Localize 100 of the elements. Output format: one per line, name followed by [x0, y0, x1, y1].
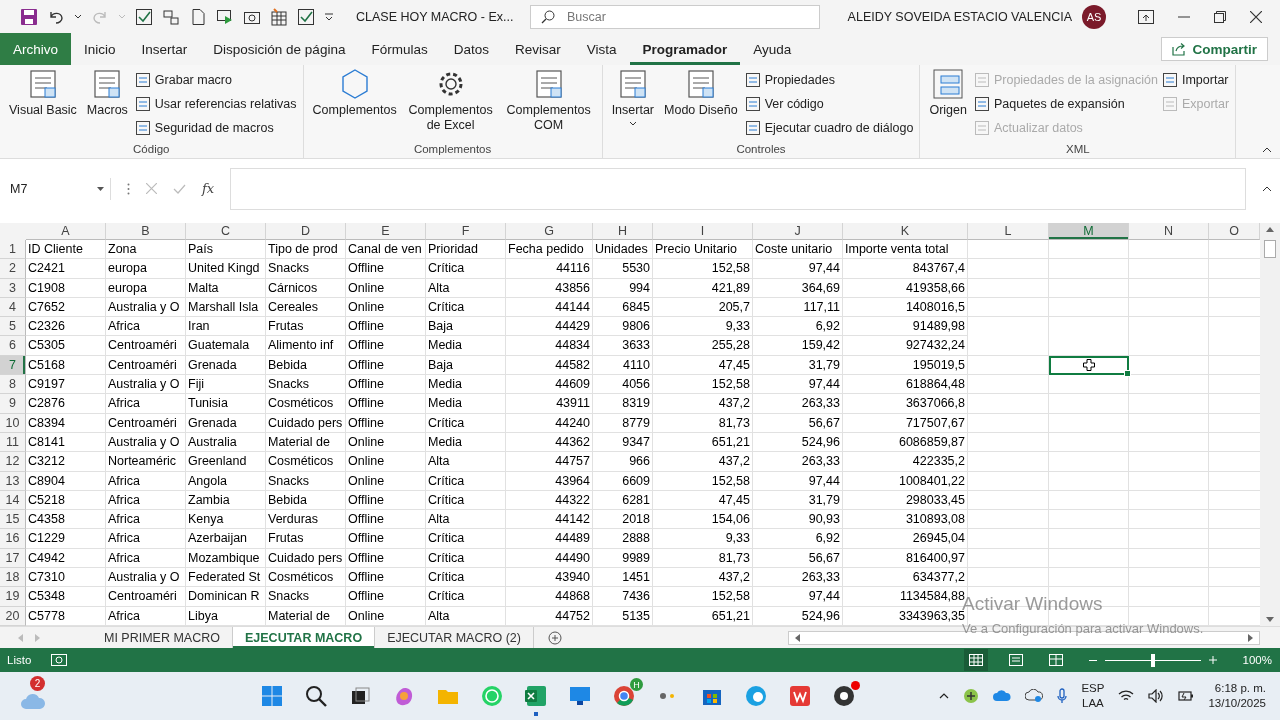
row-header[interactable]: 13 [0, 471, 26, 491]
row-header[interactable]: 17 [0, 548, 26, 569]
column-header[interactable]: O [1209, 223, 1260, 240]
play-icon[interactable] [216, 7, 234, 26]
column-header[interactable]: D [266, 223, 346, 240]
row-header[interactable]: 1 [0, 240, 26, 260]
file-tab[interactable]: Archivo [0, 33, 71, 65]
share-button[interactable]: Compartir [1161, 37, 1268, 61]
cloud-icon[interactable] [1025, 689, 1044, 703]
save-icon[interactable] [20, 7, 38, 26]
ribbon-button[interactable]: Seguridad de macros [134, 117, 297, 139]
ribbon-button[interactable]: Origen [926, 68, 970, 138]
document-icon[interactable] [189, 7, 207, 26]
office-app-icon[interactable] [788, 684, 812, 708]
cloud-icon[interactable] [993, 690, 1012, 702]
ribbon-display-icon[interactable] [1138, 9, 1154, 24]
row-header[interactable]: 3 [0, 278, 26, 298]
insert-function-button[interactable]: fx [202, 181, 215, 196]
wifi-icon[interactable] [1118, 690, 1135, 702]
column-header[interactable]: K [843, 223, 968, 240]
page-layout-icon[interactable] [1008, 654, 1023, 666]
accessibility-icon[interactable] [51, 654, 68, 666]
form-icon[interactable] [162, 7, 180, 26]
column-header[interactable]: M [1049, 223, 1129, 240]
ribbon-button[interactable]: Importar [1161, 69, 1230, 91]
row-header[interactable]: 5 [0, 317, 26, 337]
clock[interactable]: 6:18 p. m. 13/10/2025 [1208, 681, 1266, 711]
browser-icon[interactable] [612, 684, 636, 708]
zoom-level[interactable]: 100% [1242, 654, 1272, 666]
ribbon-button[interactable]: Complementos [309, 68, 400, 138]
column-header[interactable]: A [26, 223, 106, 240]
ribbon-button[interactable]: Complementos COM [501, 68, 596, 138]
row-header[interactable]: 15 [0, 510, 26, 530]
search-field[interactable]: Buscar [530, 4, 820, 29]
row-header[interactable]: 7 [0, 355, 26, 376]
expand-icon[interactable] [1262, 185, 1272, 192]
ribbon-button[interactable]: Visual Basic [6, 68, 80, 138]
ribbon-button[interactable]: Usar referencias relativas [134, 93, 297, 115]
battery-icon[interactable] [1178, 689, 1195, 703]
column-header[interactable]: N [1129, 223, 1209, 240]
ribbon-button[interactable]: Macros [83, 68, 131, 138]
formula-input[interactable] [230, 167, 1246, 210]
name-box[interactable]: M7 [4, 177, 111, 200]
row-header[interactable]: 12 [0, 452, 26, 472]
ribbon-button[interactable]: Complementos de Excel [403, 68, 498, 138]
monitor-app-icon[interactable] [568, 684, 592, 708]
page-break-icon[interactable] [1048, 654, 1063, 666]
user-avatar[interactable]: AS [1082, 4, 1106, 29]
checkbox-icon[interactable] [297, 7, 315, 26]
vertical-scrollbar[interactable] [1260, 223, 1280, 626]
ribbon-tab[interactable]: Revisar [501, 33, 574, 65]
column-header[interactable]: E [346, 223, 426, 240]
ribbon-button[interactable]: Insertar [608, 68, 658, 138]
ribbon-tab[interactable]: Inicio [71, 33, 129, 65]
ribbon-button[interactable]: Paquetes de expansión [973, 93, 1158, 115]
scroll-left-icon[interactable] [795, 633, 800, 642]
row-header[interactable]: 20 [0, 606, 26, 626]
column-header[interactable]: G [506, 223, 593, 240]
volume-icon[interactable] [1148, 689, 1165, 703]
row-header[interactable]: 16 [0, 529, 26, 549]
language-indicator[interactable]: ESP LAA [1081, 681, 1105, 711]
microphone-icon[interactable] [1057, 688, 1068, 704]
ribbon-tab[interactable]: Ayuda [740, 33, 805, 65]
search-icon[interactable] [304, 684, 328, 708]
scroll-thumb[interactable] [1264, 240, 1276, 258]
ribbon-button[interactable]: Ejecutar cuadro de diálogo [744, 117, 914, 139]
zoom-in-icon[interactable] [1208, 656, 1217, 664]
row-header[interactable]: 10 [0, 413, 26, 433]
row-header[interactable]: 6 [0, 336, 26, 356]
column-header[interactable]: L [968, 223, 1049, 240]
ribbon-button[interactable]: Ver código [744, 93, 914, 115]
ribbon-button[interactable]: Grabar macro [134, 69, 297, 91]
ribbon-tab[interactable]: Fórmulas [358, 33, 441, 65]
column-header[interactable]: J [753, 223, 843, 240]
close-icon[interactable] [1250, 10, 1262, 23]
minimize-icon[interactable] [1178, 15, 1190, 18]
column-header[interactable]: C [186, 223, 266, 240]
scroll-up-icon[interactable] [1266, 227, 1274, 232]
plus-circle-icon[interactable] [963, 688, 980, 704]
restore-icon[interactable] [1214, 10, 1226, 23]
collapse-ribbon-icon[interactable] [1262, 147, 1272, 153]
column-header[interactable]: B [106, 223, 186, 240]
ribbon-tab[interactable]: Vista [573, 33, 630, 65]
row-header[interactable]: 14 [0, 490, 26, 511]
checkbox-icon[interactable] [135, 7, 153, 26]
active-cell[interactable] [1049, 355, 1129, 376]
ribbon-tab[interactable]: Insertar [128, 33, 201, 65]
ribbon-button[interactable]: Modo Diseño [661, 68, 741, 138]
column-header[interactable]: F [426, 223, 506, 240]
ribbon-tab[interactable]: Programador [629, 33, 741, 65]
ribbon-tab[interactable]: Datos [440, 33, 502, 65]
row-header[interactable]: 2 [0, 259, 26, 279]
chevron-up-icon[interactable] [939, 693, 950, 699]
row-header[interactable]: 9 [0, 394, 26, 414]
windows-start-icon[interactable] [260, 684, 284, 708]
scroll-down-icon[interactable] [1266, 617, 1274, 622]
row-header[interactable]: 11 [0, 432, 26, 453]
caret-icon[interactable] [74, 13, 82, 20]
column-header[interactable]: H [593, 223, 653, 240]
sheet-tab[interactable]: EJECUTAR MACRO [233, 627, 376, 648]
